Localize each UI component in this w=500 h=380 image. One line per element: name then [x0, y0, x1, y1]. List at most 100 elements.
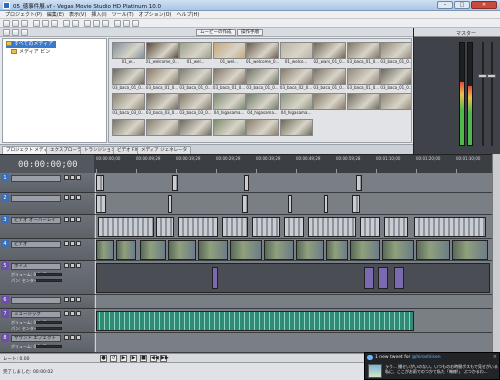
- snapping-icon[interactable]: [123, 20, 130, 27]
- media-thumbnail[interactable]: 04_higasama...: [212, 93, 246, 117]
- timeline-clip[interactable]: [284, 217, 304, 237]
- media-thumbnail[interactable]: 03_baca_01_0...: [212, 67, 246, 92]
- selection-tool-icon[interactable]: [102, 20, 109, 27]
- media-thumbnail[interactable]: 03_baca_01_0...: [246, 67, 279, 92]
- track-lane[interactable]: [94, 261, 492, 295]
- master-fader-knob-right[interactable]: [487, 74, 496, 78]
- timeline-clip[interactable]: [394, 267, 404, 289]
- capture-icon[interactable]: [12, 29, 19, 36]
- timeline-clip[interactable]: [352, 195, 360, 213]
- save-icon[interactable]: [21, 20, 28, 27]
- track-lane[interactable]: [94, 239, 492, 261]
- track-header[interactable]: 7 ミュージック ボリューム: 0.0 dB パン: センター: [0, 309, 94, 333]
- media-thumbnail[interactable]: 03_baca_03_0...: [112, 93, 145, 117]
- track-name-field[interactable]: ミュージック: [11, 311, 61, 318]
- fx-icon[interactable]: [76, 175, 81, 180]
- fx-icon[interactable]: [76, 195, 81, 200]
- timeline-clip[interactable]: [230, 240, 262, 260]
- timeline-clip[interactable]: [212, 267, 218, 289]
- solo-icon[interactable]: [70, 195, 75, 200]
- mute-icon[interactable]: [64, 241, 69, 246]
- media-thumbnail[interactable]: 03_baca_01_0...: [179, 67, 212, 92]
- timeline-clip[interactable]: [140, 240, 166, 260]
- master-fader-knob[interactable]: [478, 74, 487, 78]
- track-header[interactable]: 2: [0, 193, 94, 215]
- media-thumbnail[interactable]: [145, 118, 179, 143]
- timeline-tracks[interactable]: [94, 173, 492, 353]
- menu-item-1[interactable]: 編集(E): [47, 11, 64, 19]
- media-thumbnail[interactable]: 03_baca_01_0...: [380, 42, 411, 66]
- media-thumbnail[interactable]: 01_wel...: [212, 42, 246, 66]
- notification-user[interactable]: @hiroshiisen: [412, 355, 441, 360]
- timeline-clip[interactable]: [116, 240, 136, 260]
- timeline-clip[interactable]: [356, 175, 362, 191]
- timeline-clip[interactable]: [96, 175, 104, 191]
- show-me-how-button[interactable]: 操作手順: [237, 29, 263, 36]
- track-parameter-slider[interactable]: [36, 279, 62, 282]
- record-icon[interactable]: ●: [100, 355, 107, 362]
- media-thumbnail[interactable]: 03_baca_01_0...: [145, 67, 179, 92]
- timeline-clip[interactable]: [378, 267, 388, 289]
- track-parameter-slider[interactable]: [36, 321, 62, 324]
- track-name-field[interactable]: サウンド エフェクト: [11, 335, 61, 342]
- track-lane[interactable]: [94, 295, 492, 309]
- media-thumbnail[interactable]: [313, 93, 346, 117]
- timeline-clip[interactable]: [178, 217, 218, 237]
- media-thumbnail[interactable]: 03_baca_01_0...: [346, 67, 380, 92]
- fx-icon[interactable]: [76, 241, 81, 246]
- loop-icon[interactable]: ↺: [110, 355, 117, 362]
- track-header[interactable]: 6: [0, 295, 94, 309]
- media-thumbnail[interactable]: [380, 93, 411, 117]
- envelope-tool-icon[interactable]: [93, 20, 100, 27]
- track-lane[interactable]: [94, 333, 492, 353]
- track-lane[interactable]: [94, 215, 492, 239]
- redo-icon[interactable]: [72, 20, 79, 27]
- timeline-clip[interactable]: [350, 240, 380, 260]
- timeline-clip[interactable]: [324, 195, 328, 213]
- open-icon[interactable]: [12, 20, 19, 27]
- fast-forward-icon[interactable]: ▶▶: [160, 355, 169, 362]
- timeline-clip[interactable]: [382, 240, 414, 260]
- track-name-field[interactable]: ビデオ: [11, 241, 61, 248]
- media-thumbnail[interactable]: 01_w...: [112, 42, 145, 66]
- mute-icon[interactable]: [64, 311, 69, 316]
- track-name-field[interactable]: ビデオ オーバーレイ: [11, 217, 61, 224]
- media-thumbnail[interactable]: [212, 118, 246, 143]
- import-media-icon[interactable]: [3, 29, 10, 36]
- timeline-clip[interactable]: [252, 217, 280, 237]
- timeline-clip[interactable]: [416, 240, 450, 260]
- solo-icon[interactable]: [70, 175, 75, 180]
- timeline-clip[interactable]: [242, 195, 248, 213]
- track-name-field[interactable]: [11, 175, 61, 182]
- media-thumbnail[interactable]: 01_welcome_0...: [145, 42, 179, 66]
- paste-icon[interactable]: [51, 20, 58, 27]
- media-thumbnail[interactable]: 04_higasama...: [279, 93, 313, 117]
- media-thumbnail[interactable]: 03_baca_02_0...: [279, 67, 313, 92]
- track-header[interactable]: 1: [0, 173, 94, 193]
- minimize-button[interactable]: –: [437, 1, 453, 9]
- fx-icon[interactable]: [76, 297, 81, 302]
- track-lane[interactable]: [94, 193, 492, 215]
- timeline-clip[interactable]: [96, 240, 114, 260]
- timeline-clip[interactable]: [168, 195, 172, 213]
- normal-edit-tool-icon[interactable]: [84, 20, 91, 27]
- track-header[interactable]: 5 ボイス ボリューム: 0.0 dB パン: センター: [0, 261, 94, 295]
- media-thumbnail[interactable]: [246, 118, 279, 143]
- timeline-clip[interactable]: [244, 175, 249, 191]
- media-thumbnail[interactable]: 02_wars_01_0...: [313, 42, 346, 66]
- timeline-clip[interactable]: [264, 240, 294, 260]
- mute-icon[interactable]: [64, 263, 69, 268]
- timeline-clip[interactable]: [308, 217, 356, 237]
- views-icon[interactable]: [21, 29, 28, 36]
- media-thumbnail[interactable]: 01_welcome_0...: [246, 42, 279, 66]
- menu-item-2[interactable]: 表示(V): [69, 11, 86, 19]
- cut-icon[interactable]: [33, 20, 40, 27]
- undo-icon[interactable]: [63, 20, 70, 27]
- timeline-clip[interactable]: [168, 240, 196, 260]
- mute-icon[interactable]: [64, 217, 69, 222]
- solo-icon[interactable]: [70, 311, 75, 316]
- help-icon[interactable]: [132, 20, 139, 27]
- track-parameter-slider[interactable]: [36, 345, 62, 348]
- timeline-clip[interactable]: [288, 195, 292, 213]
- timeline-clip[interactable]: [296, 240, 324, 260]
